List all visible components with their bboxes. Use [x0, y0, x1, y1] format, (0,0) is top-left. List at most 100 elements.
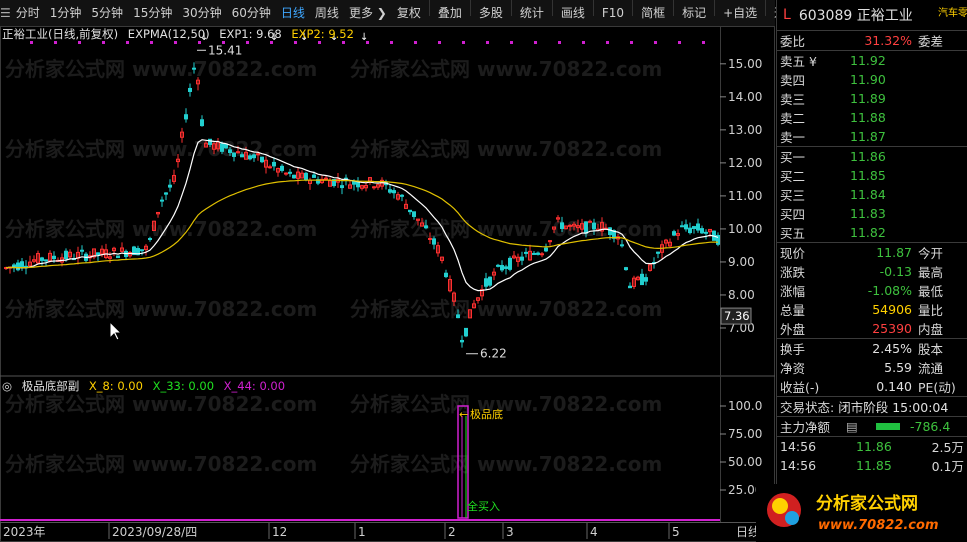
stat-row: 现价 11.87 今开	[780, 245, 944, 261]
tick-list: 14:56 11.86 2.5万 14:56 11.85 0.1万	[777, 437, 967, 475]
candle-body	[560, 222, 564, 229]
settings-icon[interactable]: ◎	[2, 379, 12, 393]
tool-button-3[interactable]: 统计	[515, 0, 549, 26]
exp1-value: EXP1: 9.68	[219, 27, 282, 41]
sub-indicator-name[interactable]: 极品底部副	[22, 379, 80, 393]
watermark-1: 分析家公式网 www.70822.com	[350, 57, 662, 81]
candle-body	[432, 238, 436, 245]
industry-tag[interactable]: 汽车零	[938, 4, 967, 19]
candle-body	[192, 67, 196, 70]
price-label: 15.00	[728, 57, 762, 71]
stats2-list: 换手 2.45% 股本 净资 5.59 流通 收益(-) 0.140 PE(动)	[777, 339, 967, 396]
stat2-row: 换手 2.45% 股本	[780, 341, 944, 357]
period-tab-6[interactable]: 日线	[276, 0, 310, 26]
candle-body	[488, 276, 492, 286]
bid-list: 买一 11.86 买二 11.85 买三 11.84 买四 11.83 买五 11.82	[777, 147, 967, 242]
ad-title: 分析家公式网	[816, 493, 918, 514]
candle-body	[424, 225, 428, 229]
x33-value: X_33: 0.00	[152, 379, 215, 393]
ask-row: 卖二 11.88	[780, 110, 886, 126]
menu-icon[interactable]: ☰	[0, 6, 11, 20]
date-label: 5	[672, 525, 680, 539]
trade-status: 闭市阶段 15:00:04	[838, 400, 949, 415]
watermark-7: 分析家公式网 www.70822.com	[350, 297, 662, 321]
candle-body	[340, 185, 344, 189]
tool-button-5[interactable]: F10	[597, 0, 629, 26]
marker-dot	[534, 41, 537, 44]
mouse-cursor-icon	[109, 320, 123, 341]
tool-button-4[interactable]: 画线	[556, 0, 590, 26]
candle-body	[532, 252, 536, 255]
candle-body	[684, 224, 688, 230]
tool-button-0[interactable]: 复权	[392, 0, 426, 26]
tool-button-1[interactable]: 叠加	[433, 0, 467, 26]
candle-body	[584, 221, 588, 234]
candle-body	[220, 143, 224, 152]
period-tab-0[interactable]: 分时	[11, 0, 45, 26]
candle-body	[164, 192, 168, 195]
sub-axis-label: 75.00	[728, 427, 762, 441]
marker-dot	[678, 41, 681, 44]
candle-body	[260, 156, 264, 163]
marker-dot	[606, 41, 609, 44]
watermark-10: 分析家公式网 www.70822.com	[5, 452, 317, 476]
candle-body	[148, 238, 152, 241]
arrow-marker: ↓	[360, 32, 368, 43]
signal-arrow: ←	[459, 408, 468, 421]
period-tab-5[interactable]: 60分钟	[227, 0, 276, 26]
tool-button-8[interactable]: +自选	[718, 0, 762, 26]
candle-body	[20, 261, 24, 269]
candle-body	[228, 149, 232, 154]
ad-url: www.70822.com	[818, 518, 939, 533]
indicator-name[interactable]: EXPMA(12,50)	[128, 27, 210, 41]
period-tab-2[interactable]: 5分钟	[86, 0, 128, 26]
tick-row: 14:56 11.86 2.5万	[780, 439, 964, 455]
candle-body	[280, 165, 284, 171]
period-tab-1[interactable]: 1分钟	[45, 0, 87, 26]
candle-body	[200, 119, 204, 127]
candle-body	[608, 227, 612, 235]
candle-body	[412, 211, 416, 217]
tool-button-2[interactable]: 多股	[474, 0, 508, 26]
flow-bar	[876, 423, 900, 430]
candle-body	[520, 256, 524, 261]
chart-title: 正裕工业(日线,前复权)	[2, 27, 119, 41]
candle-body	[232, 152, 236, 157]
main-flow-row: 主力净额 ▤ -786.4	[780, 419, 951, 435]
period-tab-7[interactable]: 周线	[310, 0, 344, 26]
marker-dot	[654, 41, 657, 44]
stock-code-name[interactable]: 603089 正裕工业	[799, 5, 913, 25]
candle-body	[680, 225, 684, 228]
exp2-value: EXP2: 9.52	[291, 27, 354, 41]
candle-body	[508, 257, 512, 270]
x8-value: X_8: 0.00	[88, 379, 143, 393]
watermark-3: 分析家公式网 www.70822.com	[350, 137, 662, 161]
candle-body	[184, 114, 188, 120]
candle-body	[428, 237, 432, 240]
candle-body	[372, 186, 376, 189]
candle-body	[44, 259, 48, 262]
price-label: 9.00	[728, 255, 755, 269]
main-flow-value: -786.4	[910, 419, 951, 434]
candle-body	[392, 190, 396, 194]
period-tab-4[interactable]: 30分钟	[177, 0, 226, 26]
candle-body	[688, 227, 692, 234]
period-tab-3[interactable]: 15分钟	[128, 0, 177, 26]
main-legend: 正裕工业(日线,前复权) EXPMA(12,50) EXP1: 9.68 EXP…	[2, 26, 360, 42]
stat2-row: 净资 5.59 流通	[780, 360, 944, 376]
date-label: 12	[272, 525, 287, 539]
sub-axis-label: 50.00	[728, 455, 762, 469]
ask-row: 卖五 ¥11.92	[780, 53, 886, 69]
list-icon[interactable]: ▤	[846, 419, 876, 434]
marker-dot	[582, 41, 585, 44]
watermark-4: 分析家公式网 www.70822.com	[5, 217, 317, 241]
marker-dot	[558, 41, 561, 44]
stat-row: 外盘 25390 内盘	[780, 321, 944, 337]
candle-body	[324, 177, 328, 180]
tool-button-7[interactable]: 标记	[677, 0, 711, 26]
candle-body	[592, 222, 596, 230]
kline-chart[interactable]: 分析家公式网 www.70822.com 分析家公式网 www.70822.com…	[0, 26, 775, 542]
period-tab-8[interactable]: 更多 ❯	[344, 0, 392, 26]
candle-body	[704, 231, 708, 234]
tool-button-6[interactable]: 简框	[636, 0, 670, 26]
